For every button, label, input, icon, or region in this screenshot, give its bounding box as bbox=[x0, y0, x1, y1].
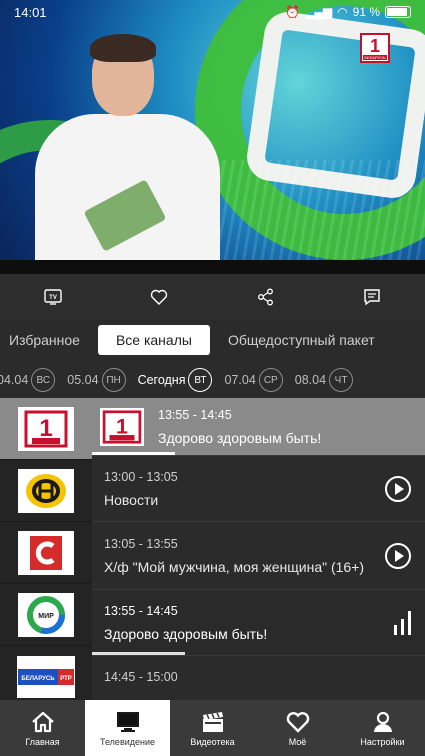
wifi-icon: ◠ bbox=[337, 5, 348, 19]
svg-text:МИР: МИР bbox=[38, 613, 54, 620]
subtitles-icon[interactable] bbox=[357, 282, 387, 312]
person-icon bbox=[373, 711, 392, 732]
svg-text:TV: TV bbox=[49, 295, 57, 301]
live-bars-icon bbox=[394, 610, 411, 635]
channel-list: 1 МИР БЕЛАРУСЬ РТР 1 13:55 - 14:45 Здоро… bbox=[0, 398, 425, 700]
svg-text:1: 1 bbox=[39, 415, 52, 442]
date-tab[interactable]: 05.04 ПН bbox=[61, 368, 131, 392]
presenter-figure bbox=[35, 34, 220, 264]
program-row[interactable]: 13:05 - 13:55 Х/ф "Мой мужчина, моя женщ… bbox=[92, 522, 425, 590]
date-tab[interactable]: 08.04 ЧТ bbox=[289, 368, 359, 392]
program-title: Х/ф "Мой мужчина, моя женщина" (16+) bbox=[104, 558, 365, 575]
clapperboard-icon bbox=[202, 711, 223, 732]
program-row-live[interactable]: 13:55 - 14:45 Здорово здоровым быть! bbox=[92, 590, 425, 656]
share-icon[interactable] bbox=[251, 282, 281, 312]
program-title: Здорово здоровым быть! bbox=[104, 625, 268, 642]
tab-all-channels[interactable]: Все каналы bbox=[97, 325, 210, 355]
program-progress bbox=[92, 652, 186, 655]
program-row[interactable]: 13:00 - 13:05 Новости bbox=[92, 456, 425, 522]
action-bar: TV bbox=[0, 274, 425, 320]
play-icon[interactable] bbox=[385, 475, 411, 502]
channel-logo-belarus-3[interactable] bbox=[0, 522, 92, 584]
alarm-icon: ⏰ bbox=[285, 5, 301, 19]
tv-icon bbox=[116, 711, 139, 732]
svg-text:1: 1 bbox=[116, 414, 128, 438]
program-column: 1 13:55 - 14:45 Здорово здоровым быть! 1… bbox=[92, 398, 425, 700]
channel-logo-belarus-1[interactable]: 1 bbox=[0, 398, 92, 460]
belarus-rtr-logo-icon: БЕЛАРУСЬ РТР bbox=[18, 668, 74, 685]
mir-logo-icon: МИР bbox=[27, 595, 65, 634]
tab-public-package[interactable]: Общедоступный пакет bbox=[218, 332, 385, 348]
program-progress bbox=[92, 452, 176, 455]
battery-label: 91 % bbox=[352, 5, 380, 19]
play-icon[interactable] bbox=[385, 542, 411, 569]
home-icon bbox=[31, 711, 54, 732]
date-tab[interactable]: 07.04 СР bbox=[218, 368, 288, 392]
program-row[interactable]: 14:45 - 15:00 bbox=[92, 656, 425, 700]
channel-logo-overlay: 1 БЕЛАРУСЬ bbox=[360, 33, 390, 63]
program-time: 13:00 - 13:05 bbox=[104, 469, 178, 484]
nav-mine[interactable]: Моё bbox=[255, 700, 340, 756]
channel-logo-column: 1 МИР БЕЛАРУСЬ РТР bbox=[0, 398, 92, 700]
tab-favorites[interactable]: Избранное bbox=[0, 332, 90, 348]
date-tab-today[interactable]: Сегодня ВТ bbox=[132, 368, 219, 392]
nav-settings[interactable]: Настройки bbox=[340, 700, 425, 756]
channel-logo-ont[interactable] bbox=[0, 460, 92, 522]
program-title: Здорово здоровым быть! bbox=[158, 429, 322, 446]
bottom-navigation: Главная Телевидение Видеотека Моё Настро… bbox=[0, 700, 425, 756]
svg-text:БЕЛАРУСЬ: БЕЛАРУСЬ bbox=[21, 676, 55, 682]
svg-text:РТР: РТР bbox=[60, 676, 72, 682]
nav-video-library[interactable]: Видеотека bbox=[170, 700, 255, 756]
channel-logo-belarus-rtr[interactable]: БЕЛАРУСЬ РТР bbox=[0, 646, 92, 700]
program-time: 13:55 - 14:45 bbox=[158, 407, 232, 422]
channel-logo-mir[interactable]: МИР bbox=[0, 584, 92, 646]
program-row-selected[interactable]: 1 13:55 - 14:45 Здорово здоровым быть! bbox=[92, 398, 425, 456]
nav-tv[interactable]: Телевидение bbox=[85, 700, 170, 756]
clock: 14:01 bbox=[14, 4, 47, 20]
signal-icon: ▂▄▆ bbox=[305, 5, 333, 19]
video-player[interactable]: 1 БЕЛАРУСЬ bbox=[0, 0, 425, 274]
program-time: 14:45 - 15:00 bbox=[104, 670, 178, 684]
program-time: 13:05 - 13:55 bbox=[104, 536, 178, 551]
nav-home[interactable]: Главная bbox=[0, 700, 85, 756]
heart-icon bbox=[286, 711, 309, 733]
battery-icon bbox=[385, 6, 411, 18]
belarus-3-logo-icon bbox=[30, 535, 62, 570]
tv-guide-icon[interactable]: TV bbox=[38, 282, 68, 312]
date-tabs: 04.04 ВС 05.04 ПН Сегодня ВТ 07.04 СР 08… bbox=[0, 362, 425, 398]
date-tab[interactable]: 04.04 ВС bbox=[0, 368, 61, 392]
program-title: Новости bbox=[104, 491, 159, 508]
status-bar: 14:01 ⏰ ▂▄▆ ◠ 91 % bbox=[0, 0, 425, 24]
ont-logo-icon bbox=[26, 473, 66, 508]
belarus-1-logo-icon: 1 bbox=[100, 408, 144, 446]
heart-icon[interactable] bbox=[144, 282, 174, 312]
belarus-1-logo-icon: 1 bbox=[24, 410, 68, 447]
program-time: 13:55 - 14:45 bbox=[104, 603, 178, 618]
category-tabs: Избранное Все каналы Общедоступный пакет bbox=[0, 320, 425, 360]
